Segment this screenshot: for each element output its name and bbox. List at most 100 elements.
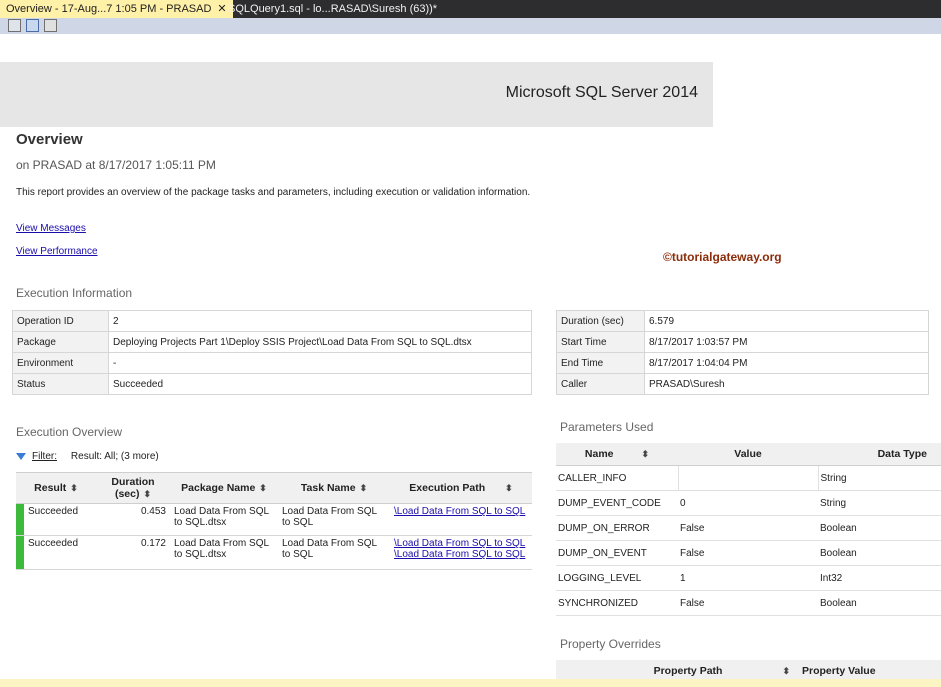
- table-row: DUMP_ON_ERROR False Boolean: [556, 515, 941, 541]
- info-row: Start Time 8/17/2017 1:03:57 PM: [556, 331, 929, 353]
- execution-path-link[interactable]: \Load Data From SQL to SQL: [394, 506, 525, 517]
- column-header-task-name[interactable]: Task Name ⬍: [278, 472, 390, 504]
- back-icon[interactable]: [8, 19, 21, 32]
- view-messages-link[interactable]: View Messages: [16, 223, 86, 234]
- table-row: DUMP_EVENT_CODE 0 String: [556, 490, 941, 516]
- info-value: 6.579: [644, 310, 929, 332]
- tab-overview-label: Overview - 17-Aug...7 1:05 PM - PRASAD: [6, 3, 212, 15]
- parameters-used-heading: Parameters Used: [560, 420, 654, 434]
- sort-icon[interactable]: ⬍: [70, 483, 78, 493]
- param-name: SYNCHRONIZED: [556, 590, 678, 616]
- table-row: LOGGING_LEVEL 1 Int32: [556, 565, 941, 591]
- parameters-table: Name ⬍ Value Data Type CALLER_INFO String …: [556, 443, 941, 616]
- execution-path-link[interactable]: \Load Data From SQL to SQL: [394, 549, 528, 560]
- report-banner: Microsoft SQL Server 2014: [0, 62, 713, 127]
- status-indicator: [16, 503, 24, 536]
- sort-icon[interactable]: ⬍: [505, 483, 513, 493]
- execution-information-heading: Execution Information: [16, 286, 133, 300]
- result-cell: Succeeded: [24, 535, 96, 570]
- sort-icon[interactable]: ⬍: [143, 489, 151, 499]
- column-header-result[interactable]: Result ⬍: [16, 472, 96, 504]
- table-row: CALLER_INFO String: [556, 465, 941, 491]
- table-header-row: Result ⬍ Duration (sec) ⬍ Package Name ⬍ Ta…: [16, 472, 532, 504]
- filter-icon[interactable]: [16, 452, 26, 460]
- property-overrides-heading: Property Overrides: [560, 637, 661, 651]
- info-row: Operation ID 2: [12, 310, 532, 332]
- view-performance-link[interactable]: View Performance: [16, 246, 98, 257]
- info-value: 8/17/2017 1:04:04 PM: [644, 352, 929, 374]
- info-value: PRASAD\Suresh: [644, 373, 929, 395]
- param-value: False: [678, 590, 818, 616]
- table-row: DUMP_ON_EVENT False Boolean: [556, 540, 941, 566]
- table-row: Succeeded 0.172 Load Data From SQL to SQ…: [16, 535, 532, 570]
- info-value: -: [108, 352, 532, 374]
- status-indicator: [16, 535, 24, 570]
- param-type: Boolean: [818, 540, 941, 566]
- report-title: Overview: [16, 131, 83, 148]
- info-value: Succeeded: [108, 373, 532, 395]
- tab-query-label: SQLQuery1.sql - lo...RASAD\Suresh (63))*: [228, 3, 438, 15]
- watermark: ©tutorialgateway.org: [663, 250, 782, 264]
- report-toolbar: [0, 18, 941, 34]
- sort-icon[interactable]: ⬍: [360, 483, 368, 493]
- param-type: String: [817, 465, 941, 491]
- info-key: Start Time: [556, 331, 645, 353]
- param-name: DUMP_ON_ERROR: [556, 515, 678, 541]
- execution-path-link[interactable]: \Load Data From SQL to SQL: [394, 538, 528, 549]
- info-value: Deploying Projects Part 1\Deploy SSIS Pr…: [108, 331, 532, 353]
- sort-icon[interactable]: ⬍: [259, 483, 267, 493]
- info-key: Status: [12, 373, 109, 395]
- duration-cell: 0.172: [96, 535, 170, 570]
- filter-bar: Filter: Result: All; (3 more): [16, 451, 159, 462]
- column-header-data-type[interactable]: Data Type: [818, 443, 941, 466]
- filter-summary: Result: All; (3 more): [70, 451, 159, 462]
- sort-icon[interactable]: ⬍: [782, 666, 790, 676]
- info-key: Duration (sec): [556, 310, 645, 332]
- column-header-package-name[interactable]: Package Name ⬍: [170, 472, 278, 504]
- info-row: Status Succeeded: [12, 373, 532, 395]
- report-subtitle: on PRASAD at 8/17/2017 1:05:11 PM: [16, 158, 216, 172]
- param-type: Boolean: [818, 515, 941, 541]
- info-row: Package Deploying Projects Part 1\Deploy …: [12, 331, 532, 353]
- print-icon[interactable]: [44, 19, 57, 32]
- info-row: Caller PRASAD\Suresh: [556, 373, 929, 395]
- column-header-name[interactable]: Name ⬍: [556, 443, 678, 466]
- task-cell: Load Data From SQL to SQL: [278, 535, 390, 570]
- info-key: Environment: [12, 352, 109, 374]
- filter-link[interactable]: Filter:: [32, 451, 57, 462]
- sql-server-brand: Microsoft SQL Server 2014: [505, 84, 698, 101]
- table-row: Succeeded 0.453 Load Data From SQL to SQ…: [16, 503, 532, 536]
- param-value: 0: [678, 490, 818, 516]
- info-key: Caller: [556, 373, 645, 395]
- tab-overview-report[interactable]: Overview - 17-Aug...7 1:05 PM - PRASAD ✕: [0, 0, 233, 18]
- column-header-value[interactable]: Value: [678, 443, 818, 466]
- param-value: 1: [678, 565, 818, 591]
- refresh-icon[interactable]: [26, 19, 39, 32]
- table-header-row: Name ⬍ Value Data Type: [556, 443, 941, 466]
- package-cell: Load Data From SQL to SQL.dtsx: [170, 535, 278, 570]
- execution-overview-table: Result ⬍ Duration (sec) ⬍ Package Name ⬍ Ta…: [16, 472, 532, 570]
- table-row: SYNCHRONIZED False Boolean: [556, 590, 941, 616]
- info-value: 2: [108, 310, 532, 332]
- sort-icon[interactable]: ⬍: [642, 449, 650, 459]
- param-value: False: [678, 515, 818, 541]
- execution-overview-heading: Execution Overview: [16, 425, 123, 439]
- execution-path-cell: \Load Data From SQL to SQL: [390, 503, 532, 536]
- info-row: Duration (sec) 6.579: [556, 310, 929, 332]
- report-description: This report provides an overview of the …: [16, 187, 531, 198]
- info-key: Package: [12, 331, 109, 353]
- status-strip: [0, 679, 941, 687]
- param-value: [677, 465, 818, 491]
- info-row: End Time 8/17/2017 1:04:04 PM: [556, 352, 929, 374]
- param-value: False: [678, 540, 818, 566]
- column-header-execution-path[interactable]: Execution Path ⬍: [390, 472, 532, 504]
- param-name: CALLER_INFO: [556, 465, 678, 491]
- task-cell: Load Data From SQL to SQL: [278, 503, 390, 536]
- execution-info-table-right: Duration (sec) 6.579 Start Time 8/17/2017 …: [556, 310, 929, 395]
- tab-sql-query[interactable]: SQLQuery1.sql - lo...RASAD\Suresh (63))*: [222, 0, 443, 18]
- param-type: Int32: [818, 565, 941, 591]
- info-key: Operation ID: [12, 310, 109, 332]
- info-row: Environment -: [12, 352, 532, 374]
- duration-cell: 0.453: [96, 503, 170, 536]
- column-header-duration[interactable]: Duration (sec) ⬍: [96, 472, 170, 504]
